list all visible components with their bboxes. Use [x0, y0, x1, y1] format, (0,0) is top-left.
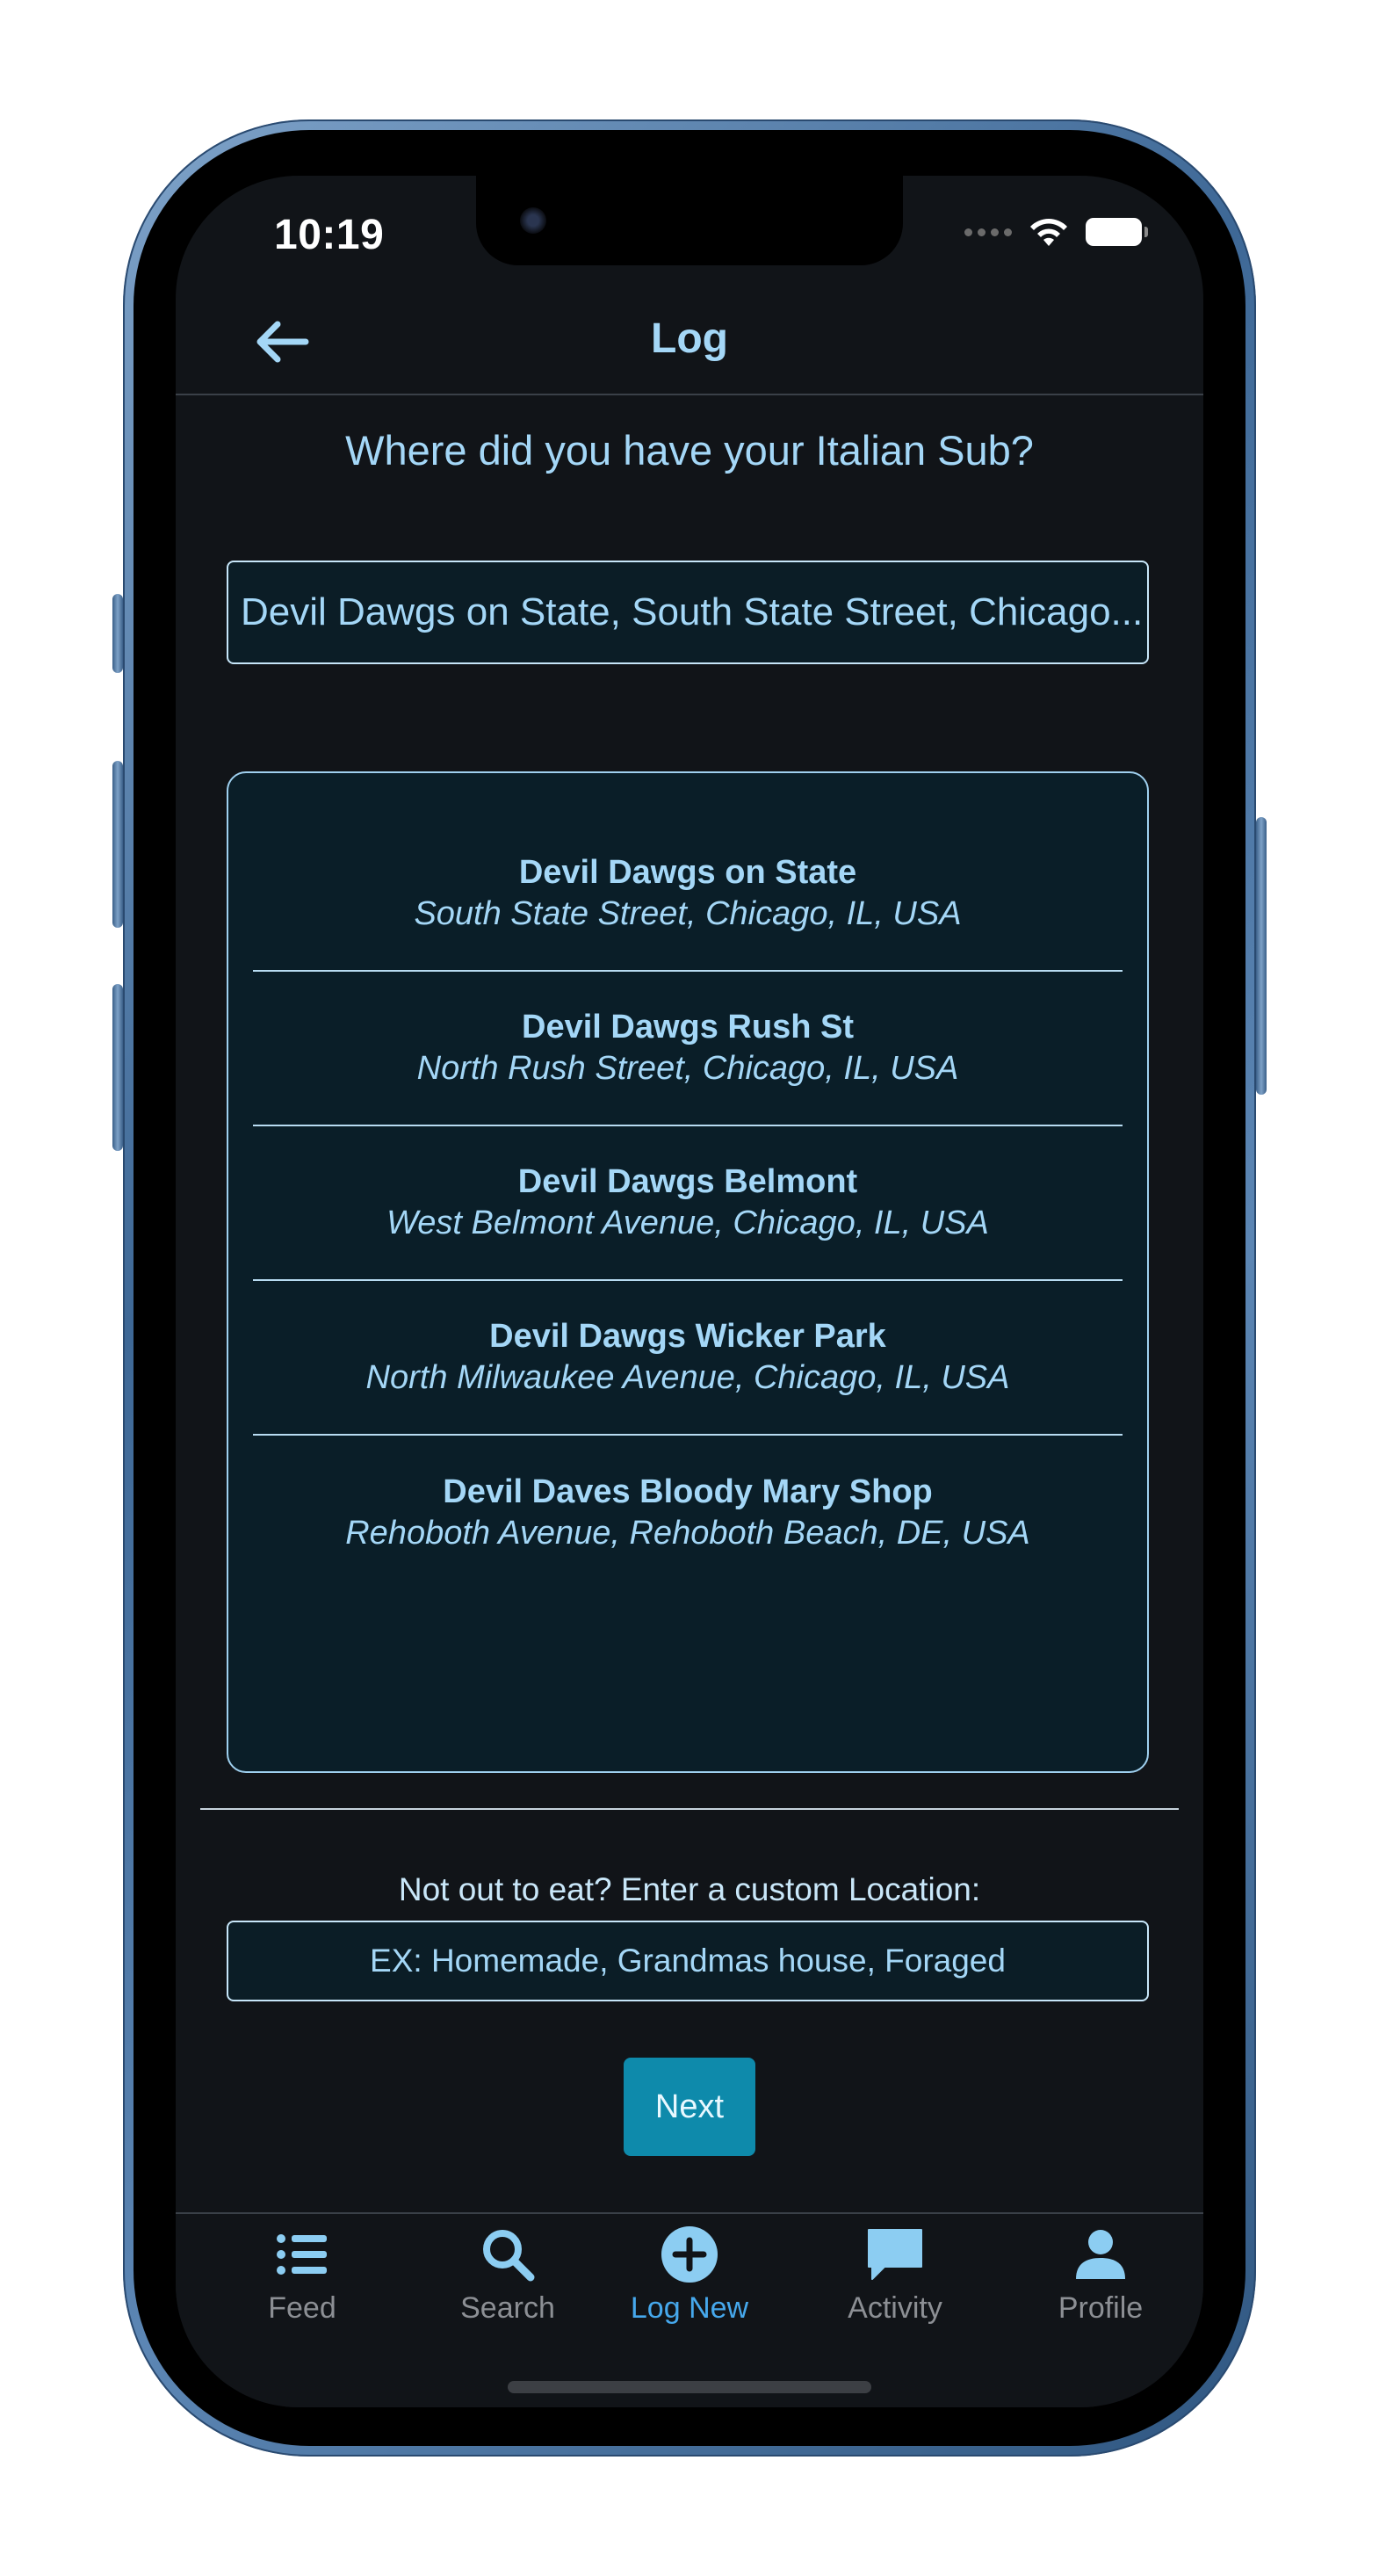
tab-bar: Feed Search Log New Activity Profile	[176, 2212, 1203, 2407]
result-name: Devil Dawgs Wicker Park	[489, 1318, 886, 1355]
person-icon	[1076, 2230, 1125, 2279]
tab-label: Activity	[848, 2291, 942, 2325]
result-address: West Belmont Avenue, Chicago, IL, USA	[386, 1205, 989, 1241]
tab-label: Profile	[1058, 2291, 1144, 2325]
search-icon	[483, 2230, 535, 2282]
header: Log	[176, 290, 1203, 395]
signal-icon	[964, 228, 1012, 236]
tab-label: Feed	[268, 2291, 336, 2325]
custom-location-input[interactable]	[227, 1921, 1149, 2001]
result-name: Devil Dawgs on State	[518, 854, 857, 891]
volume-up-button	[112, 761, 123, 928]
list-icon	[277, 2234, 327, 2275]
location-search-input[interactable]: Devil Dawgs on State, South State Street…	[227, 561, 1149, 664]
silent-switch	[112, 594, 123, 673]
result-name: Devil Dawgs Belmont	[517, 1163, 858, 1200]
page-title: Log	[651, 315, 728, 362]
result-address: North Milwaukee Avenue, Chicago, IL, USA	[365, 1359, 1010, 1396]
list-item[interactable]: Devil Dawgs on State South State Street,…	[253, 817, 1123, 972]
question-heading: Where did you have your Italian Sub?	[345, 427, 1034, 474]
phone-screen: 10:19 Log Where did you have your Italia…	[176, 176, 1203, 2407]
result-address: North Rush Street, Chicago, IL, USA	[416, 1050, 959, 1087]
location-results-list: Devil Dawgs on State South State Street,…	[227, 771, 1149, 1773]
list-item[interactable]: Devil Daves Bloody Mary Shop Rehoboth Av…	[253, 1436, 1123, 1590]
wifi-icon	[1030, 219, 1067, 246]
result-name: Devil Daves Bloody Mary Shop	[443, 1473, 933, 1510]
tab-feed[interactable]: Feed	[223, 2223, 381, 2326]
next-button[interactable]: Next	[624, 2058, 755, 2156]
camera-icon	[520, 207, 546, 234]
volume-down-button	[112, 984, 123, 1151]
tab-label: Log New	[630, 2291, 749, 2325]
result-address: South State Street, Chicago, IL, USA	[414, 895, 962, 932]
list-item[interactable]: Devil Dawgs Rush St North Rush Street, C…	[253, 972, 1123, 1126]
status-time: 10:19	[274, 212, 385, 258]
status-icons	[964, 216, 1148, 248]
tab-log-new[interactable]: Log New	[610, 2223, 769, 2326]
list-item[interactable]: Devil Dawgs Belmont West Belmont Avenue,…	[253, 1126, 1123, 1281]
section-divider	[200, 1808, 1179, 1810]
battery-icon	[1086, 218, 1148, 246]
notch	[476, 176, 903, 265]
tab-search[interactable]: Search	[429, 2223, 587, 2326]
tab-label: Search	[460, 2291, 555, 2325]
list-item[interactable]: Devil Dawgs Wicker Park North Milwaukee …	[253, 1281, 1123, 1436]
custom-location-label: Not out to eat? Enter a custom Location:	[398, 1871, 981, 1907]
chat-bubble-icon	[868, 2229, 922, 2280]
result-address: Rehoboth Avenue, Rehoboth Beach, DE, USA	[345, 1515, 1030, 1552]
home-indicator	[508, 2381, 871, 2393]
result-name: Devil Dawgs Rush St	[522, 1009, 854, 1046]
plus-circle-icon	[661, 2226, 718, 2283]
tab-activity[interactable]: Activity	[816, 2223, 974, 2326]
power-button	[1256, 817, 1267, 1095]
tab-profile[interactable]: Profile	[1022, 2223, 1180, 2326]
